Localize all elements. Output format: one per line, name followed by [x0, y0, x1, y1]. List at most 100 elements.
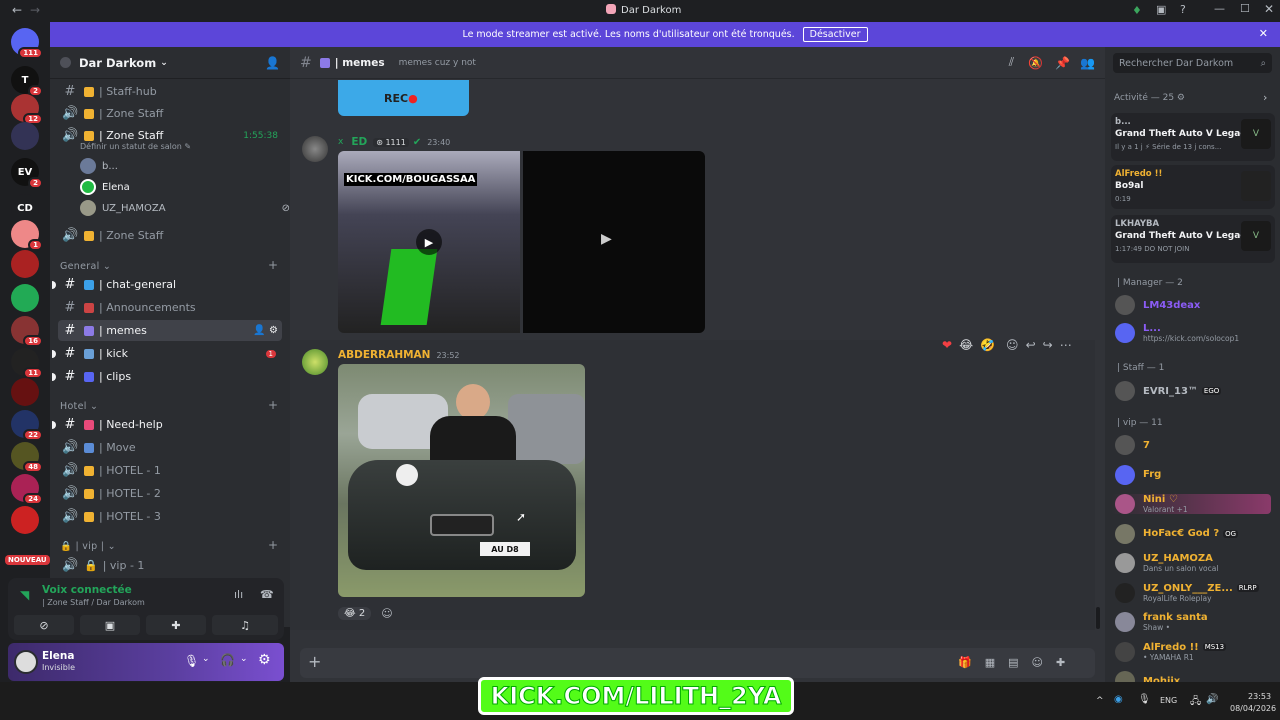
channel-zone-staff-2[interactable]: 🔊 | Zone Staff	[58, 225, 282, 246]
activity-card[interactable]: LKHAYBA Grand Theft Auto V Legacy 1:17:49 …	[1111, 215, 1275, 263]
maximize-icon[interactable]: ☐	[1240, 2, 1250, 15]
soundboard-button[interactable]: ♫	[212, 615, 278, 635]
tray-chevron-icon[interactable]: ^	[1096, 696, 1104, 706]
chevron-down-icon[interactable]: ⌄	[240, 654, 248, 664]
avatar[interactable]	[302, 136, 328, 162]
server-icon-3[interactable]	[11, 122, 39, 150]
forward-arrow-icon[interactable]: →	[30, 3, 40, 17]
avatar[interactable]	[14, 650, 38, 674]
channel-general-3[interactable]: # | kick 1	[52, 343, 282, 364]
close-banner-icon[interactable]: ✕	[1259, 27, 1268, 40]
rofl-reaction-icon[interactable]: 🤣	[980, 338, 995, 352]
voice-user[interactable]: Elena	[80, 179, 130, 195]
member-item[interactable]: Frg	[1115, 464, 1161, 485]
clock-time[interactable]: 23:53	[1248, 692, 1271, 701]
headphones-icon[interactable]: 🎧	[220, 653, 235, 667]
channel-hotel-1[interactable]: 🔊 | Move	[58, 437, 282, 458]
language-indicator[interactable]: ENG	[1160, 696, 1177, 705]
set-channel-status[interactable]: Définir un statut de salon ✎	[80, 142, 191, 151]
pin-icon[interactable]: 📌	[1055, 56, 1070, 70]
server-header[interactable]: Dar Darkom ⌄ 👤	[50, 47, 290, 79]
forward-icon[interactable]: ↪	[1043, 338, 1053, 352]
channel-general-1[interactable]: # | Announcements	[58, 297, 282, 318]
play-icon[interactable]: ▶	[601, 231, 612, 247]
steam-icon[interactable]: ◉	[1114, 694, 1123, 705]
chevron-right-icon[interactable]: ›	[1263, 91, 1267, 104]
member-item[interactable]: frank santa Shaw •	[1115, 612, 1208, 632]
sticker-icon[interactable]: ▤	[1008, 656, 1018, 669]
channel-hotel-4[interactable]: 🔊 | HOTEL - 3	[58, 506, 282, 527]
member-item[interactable]: L... https://kick.com/solocop1	[1115, 323, 1239, 343]
noise-suppression-icon[interactable]: ılı	[234, 588, 243, 601]
screen-share-button[interactable]: ▣	[80, 615, 140, 635]
avatar[interactable]	[302, 349, 328, 375]
member-item[interactable]: AlFredo !! MS13 • YAMAHA R1	[1115, 641, 1227, 662]
channel-vip-1[interactable]: 🔊 🔒 | vip - 1	[58, 555, 282, 576]
server-icon-10[interactable]: 11	[11, 348, 43, 379]
more-options-icon[interactable]: ⋯	[1060, 338, 1072, 352]
settings-gear-icon[interactable]: ⚙	[258, 652, 271, 668]
gif-icon[interactable]: ▦	[985, 656, 995, 669]
activity-card[interactable]: b... Grand Theft Auto V Legacy Il y a 1 j …	[1111, 113, 1275, 161]
member-item[interactable]: Nini ♡ Valorant +1	[1111, 494, 1271, 514]
server-icon-5[interactable]: CD	[11, 194, 39, 222]
channel-general-4[interactable]: # | clips	[52, 366, 282, 387]
member-item[interactable]: UZ_HAMOZA Dans un salon vocal	[1115, 553, 1218, 573]
category-vip[interactable]: 🔒 | vip | ⌄	[60, 541, 116, 552]
server-icon-14[interactable]: 24	[11, 474, 43, 505]
member-item[interactable]: UZ_ONLY___ZE... RLRP RoyalLife Roleplay	[1115, 582, 1259, 603]
server-icon-12[interactable]: 22	[11, 410, 43, 441]
voice-user[interactable]: UZ_HAMOZA ⊘	[80, 200, 290, 216]
channel-hotel-0[interactable]: # | Need-help	[52, 414, 282, 435]
server-icon-2[interactable]: 12	[11, 94, 43, 125]
server-icon-9[interactable]: 16	[11, 316, 43, 347]
add-channel-icon[interactable]: +	[268, 398, 278, 412]
channel-hotel-2[interactable]: 🔊 | HOTEL - 1	[58, 460, 282, 481]
camera-button[interactable]: ⊘	[14, 615, 74, 635]
server-icon-15[interactable]	[11, 506, 39, 534]
message-composer[interactable]: + 🎁 ▦ ▤ ☺ ✚	[300, 648, 1095, 678]
server-icon-11[interactable]	[11, 378, 39, 406]
invite-people-icon[interactable]: 👤	[265, 56, 280, 70]
video-attachment-2[interactable]: ▶	[523, 151, 705, 333]
attach-plus-icon[interactable]: +	[308, 652, 321, 671]
scrollbar-thumb[interactable]	[1096, 607, 1100, 629]
mic-tray-icon[interactable]: 🎙	[1138, 694, 1151, 705]
category-hotel[interactable]: Hotel ⌄	[60, 401, 98, 412]
inbox-icon[interactable]: ▣	[1156, 3, 1166, 16]
search-input[interactable]: Rechercher Dar Darkom ⌕	[1113, 53, 1272, 73]
emoji-icon[interactable]: ☺	[1032, 656, 1043, 669]
image-attachment[interactable]: AU D8 ➚	[338, 364, 585, 597]
network-icon[interactable]: 🖧	[1190, 694, 1201, 711]
reply-icon[interactable]: ↩	[1026, 338, 1036, 352]
message-author[interactable]: ED	[351, 136, 367, 148]
activities-button[interactable]: ✚	[146, 615, 206, 635]
minimize-icon[interactable]: —	[1214, 2, 1225, 15]
member-item[interactable]: HoFac€ God ? OG	[1115, 523, 1239, 544]
channel-general-2[interactable]: # | memes 👤 ⚙	[58, 320, 282, 341]
server-icon-6[interactable]: 1	[11, 220, 43, 251]
video-attachment[interactable]: KICK.COM/BOUGASSAA ▶	[338, 151, 520, 333]
voice-user[interactable]: b...	[80, 158, 118, 174]
previous-image[interactable]: REC●	[338, 80, 469, 116]
chevron-down-icon[interactable]: ⌄	[202, 654, 210, 664]
threads-icon[interactable]: ⫽	[1009, 55, 1014, 70]
microphone-icon[interactable]: 🎙	[184, 654, 199, 668]
channel-hotel-3[interactable]: 🔊 | HOTEL - 2	[58, 483, 282, 504]
server-icon-7[interactable]	[11, 250, 39, 278]
server-icon-13[interactable]: 48	[11, 442, 43, 473]
back-arrow-icon[interactable]: ←	[12, 3, 22, 17]
member-list-icon[interactable]: 👥	[1080, 56, 1095, 70]
volume-icon[interactable]: 🔊	[1206, 694, 1218, 705]
member-item[interactable]: EVRI_13™ EGO	[1115, 381, 1222, 401]
channel-zone-staff[interactable]: 🔊 | Zone Staff	[58, 103, 282, 124]
close-window-icon[interactable]: ✕	[1264, 2, 1274, 16]
server-icon-1[interactable]: T2	[11, 66, 43, 97]
add-channel-icon[interactable]: +	[268, 538, 278, 552]
laugh-reaction-icon[interactable]: 😂	[959, 338, 973, 352]
server-icon-8[interactable]	[11, 284, 39, 312]
apps-icon[interactable]: ✚	[1056, 656, 1065, 669]
add-reaction-icon[interactable]: ☺	[1006, 338, 1019, 352]
heart-reaction-icon[interactable]: ❤	[942, 338, 952, 352]
nitro-icon[interactable]: ♦	[1132, 4, 1142, 17]
